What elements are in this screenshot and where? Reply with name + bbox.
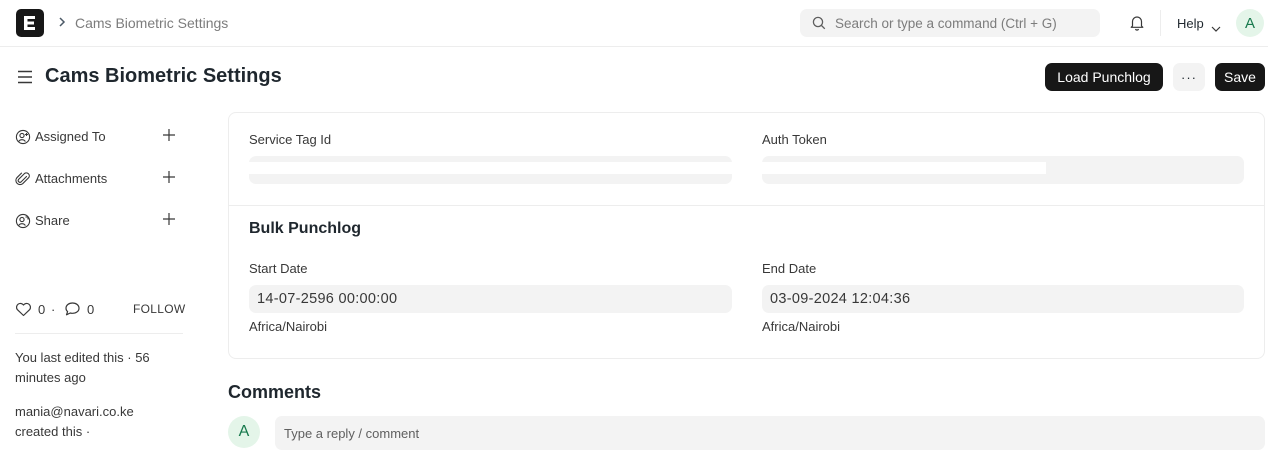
search-bar[interactable]: Search or type a command (Ctrl + G) xyxy=(800,9,1100,37)
sidebar-item-label: Attachments xyxy=(35,171,108,186)
load-punchlog-button[interactable]: Load Punchlog xyxy=(1045,63,1163,91)
sidebar-divider xyxy=(15,333,183,334)
breadcrumb[interactable]: Cams Biometric Settings xyxy=(75,15,228,31)
sidebar-item-label: Share xyxy=(35,213,70,228)
help-dropdown[interactable]: Help xyxy=(1177,16,1204,31)
start-date-label: Start Date xyxy=(249,261,308,276)
section-divider xyxy=(229,205,1264,206)
service-tag-input[interactable] xyxy=(249,156,732,184)
erpnext-logo-icon xyxy=(24,16,35,30)
add-assignee-plus-icon[interactable] xyxy=(161,127,177,146)
auth-token-input[interactable] xyxy=(762,156,1244,184)
start-date-timezone: Africa/Nairobi xyxy=(249,319,328,334)
end-date-input[interactable]: 03-09-2024 12:04:36 xyxy=(762,285,1244,313)
search-icon xyxy=(812,16,826,33)
last-edited-info: You last edited this · 56 minutes ago xyxy=(15,350,150,385)
user-add-icon xyxy=(15,129,31,148)
service-tag-label: Service Tag Id xyxy=(249,132,332,147)
field-highlight xyxy=(249,162,732,174)
heart-icon[interactable] xyxy=(15,302,32,320)
comment-input[interactable]: Type a reply / comment xyxy=(275,416,1265,450)
user-avatar[interactable]: A xyxy=(1236,9,1264,37)
end-date-label: End Date xyxy=(762,261,817,276)
save-button[interactable]: Save xyxy=(1215,63,1265,91)
follow-button[interactable]: FOLLOW xyxy=(133,302,185,316)
chevron-down-icon[interactable] xyxy=(1211,20,1221,35)
section-title-bulk-punchlog: Bulk Punchlog xyxy=(249,220,361,237)
start-date-input[interactable]: 14-07-2596 00:00:00 xyxy=(249,285,732,313)
comment-count: 0 xyxy=(87,302,95,317)
sidebar-item-assigned-to[interactable]: Assigned To xyxy=(15,127,185,147)
created-info: created this · xyxy=(15,424,91,439)
paperclip-icon xyxy=(15,171,31,190)
navbar: Cams Biometric Settings Search or type a… xyxy=(0,0,1268,47)
creator-email[interactable]: mania@navari.co.ke xyxy=(15,402,185,422)
form-card xyxy=(228,112,1265,359)
breadcrumb-chevron-icon xyxy=(58,15,66,31)
auth-token-label: Auth Token xyxy=(762,132,827,147)
end-date-timezone: Africa/Nairobi xyxy=(762,319,841,334)
navbar-divider xyxy=(1160,10,1161,36)
separator-dot: · xyxy=(51,302,56,317)
app-logo[interactable] xyxy=(16,9,44,37)
notifications-bell-icon[interactable] xyxy=(1129,14,1145,34)
comment-icon[interactable] xyxy=(64,301,81,320)
sidebar-item-share[interactable]: Share xyxy=(15,211,185,231)
sidebar-toggle-icon[interactable] xyxy=(17,70,33,87)
search-input[interactable]: Search or type a command (Ctrl + G) xyxy=(835,16,1057,31)
field-highlight xyxy=(762,162,1046,174)
comments-heading: Comments xyxy=(228,382,322,402)
start-date-value: 14-07-2596 00:00:00 xyxy=(257,291,398,307)
sidebar-item-attachments[interactable]: Attachments xyxy=(15,169,185,189)
comment-placeholder: Type a reply / comment xyxy=(284,426,420,441)
like-count: 0 xyxy=(38,302,46,317)
comment-avatar: A xyxy=(228,416,260,448)
page-title: Cams Biometric Settings xyxy=(45,65,282,87)
add-attachment-plus-icon[interactable] xyxy=(161,169,177,188)
share-user-icon xyxy=(15,213,31,232)
sidebar-item-label: Assigned To xyxy=(35,129,106,144)
more-actions-button[interactable]: ··· xyxy=(1173,63,1205,91)
add-share-plus-icon[interactable] xyxy=(161,211,177,230)
end-date-value: 03-09-2024 12:04:36 xyxy=(770,291,911,307)
